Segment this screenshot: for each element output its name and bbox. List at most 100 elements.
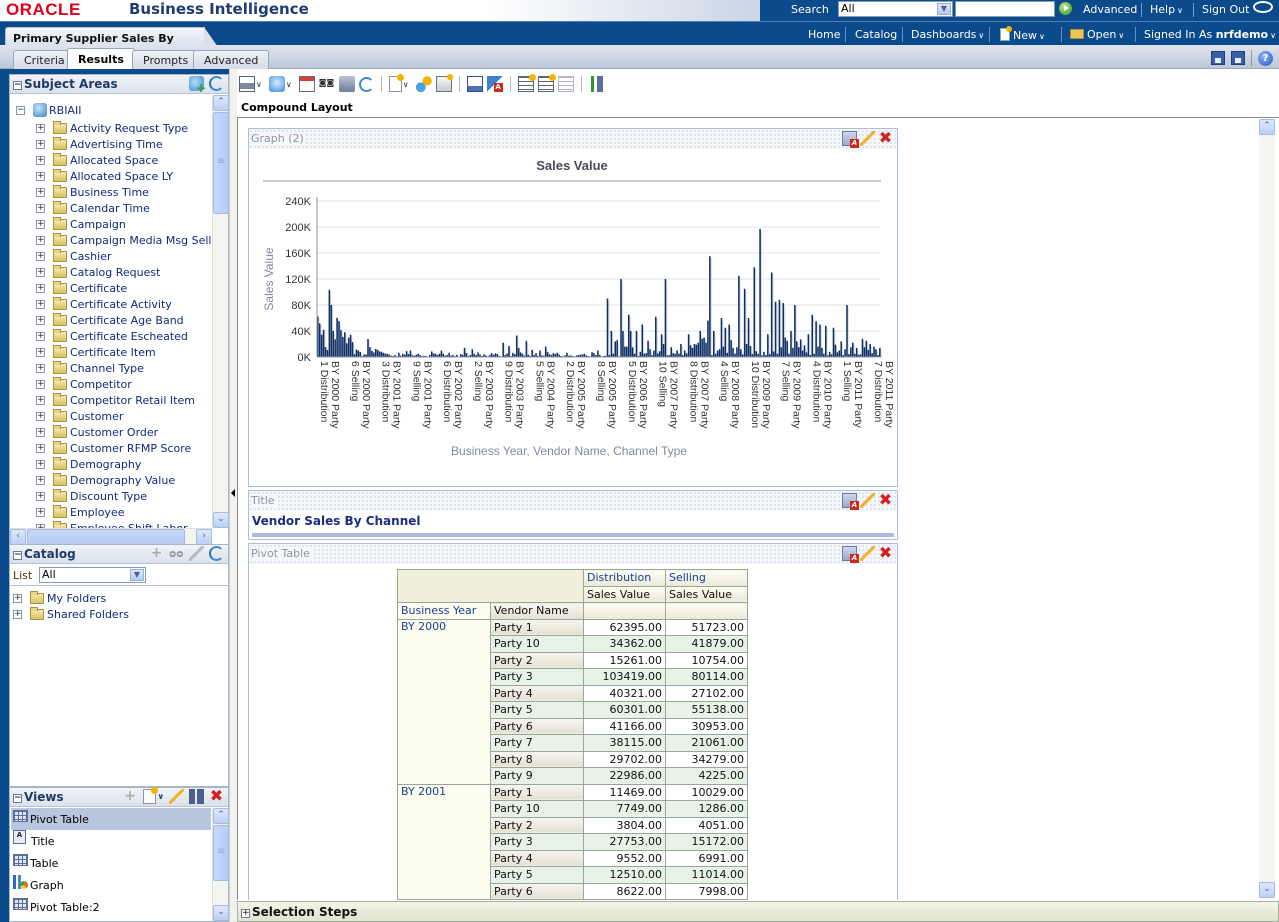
edit-view-icon[interactable] xyxy=(860,131,875,146)
bar[interactable] xyxy=(815,321,817,357)
bar[interactable] xyxy=(508,345,510,357)
bar[interactable] xyxy=(867,349,870,357)
save-as-icon[interactable] xyxy=(1231,51,1245,65)
tab-advanced[interactable]: Advanced xyxy=(193,50,270,69)
bar[interactable] xyxy=(774,301,777,357)
bar[interactable] xyxy=(544,346,547,357)
bar[interactable] xyxy=(879,347,881,357)
catalog-list-select[interactable]: All ▼ xyxy=(39,567,146,583)
bar[interactable] xyxy=(374,348,377,357)
expand-icon[interactable]: + xyxy=(36,171,45,181)
bar[interactable] xyxy=(653,350,655,358)
nav-home[interactable]: Home xyxy=(808,28,840,41)
subject-area-folder[interactable]: + Customer xyxy=(36,408,123,424)
subject-area-folder[interactable]: + Discount Type xyxy=(36,488,147,504)
bar[interactable] xyxy=(641,324,644,358)
vendor-name-cell[interactable]: Party 5 xyxy=(490,866,584,884)
scroll-down-icon[interactable]: ⌄ xyxy=(213,905,229,921)
bar[interactable] xyxy=(334,339,336,357)
bar[interactable] xyxy=(855,347,858,357)
add-view-to-layout-icon[interactable]: + xyxy=(123,789,138,804)
bar[interactable] xyxy=(622,331,624,357)
vendor-name-cell[interactable]: Party 3 xyxy=(490,668,584,686)
export-icon[interactable] xyxy=(268,76,285,92)
bar[interactable] xyxy=(440,350,443,358)
bar[interactable] xyxy=(718,349,721,357)
bar[interactable] xyxy=(531,349,533,357)
column-header-distribution[interactable]: Distribution xyxy=(583,569,666,587)
format-container-icon[interactable] xyxy=(486,76,503,92)
vendor-name-cell[interactable]: Party 7 xyxy=(490,734,584,752)
bar[interactable] xyxy=(834,344,837,357)
expand-icon[interactable]: + xyxy=(36,475,45,485)
nav-open[interactable]: Open ∨ xyxy=(1070,28,1124,41)
help-icon[interactable]: ? xyxy=(1258,50,1273,66)
collapse-icon[interactable]: − xyxy=(16,105,25,115)
bar[interactable] xyxy=(593,353,595,357)
user-menu[interactable]: Signed In As nrfdemo ∨ xyxy=(1144,28,1276,41)
remove-view-icon[interactable]: ✖ xyxy=(878,130,893,146)
edit-view-icon[interactable] xyxy=(169,789,184,804)
bar[interactable] xyxy=(398,352,400,357)
vendor-name-cell[interactable]: Party 3 xyxy=(490,833,584,851)
bar[interactable] xyxy=(753,267,756,357)
bar[interactable] xyxy=(743,288,746,357)
bar[interactable] xyxy=(494,353,497,357)
vendor-name-cell[interactable]: Party 1 xyxy=(490,783,584,801)
nav-dashboards[interactable]: Dashboards ∨ xyxy=(911,28,984,41)
bar[interactable] xyxy=(709,256,711,357)
expand-icon[interactable]: + xyxy=(13,609,22,619)
bar[interactable] xyxy=(838,350,841,358)
bar[interactable] xyxy=(844,349,846,357)
chevron-down-icon[interactable]: ∨ xyxy=(256,80,262,89)
selection-steps-bar[interactable]: + Selection Steps xyxy=(237,901,1279,922)
bar[interactable] xyxy=(738,275,740,357)
bar[interactable] xyxy=(755,351,757,357)
bar[interactable] xyxy=(786,340,788,357)
bar[interactable] xyxy=(767,334,769,357)
bar[interactable] xyxy=(552,353,555,357)
remove-view-icon[interactable]: ✖ xyxy=(878,545,893,561)
edit-view-icon[interactable] xyxy=(860,546,875,561)
preview-icon[interactable] xyxy=(318,76,335,92)
bar[interactable] xyxy=(380,351,383,357)
expand-icon[interactable]: + xyxy=(36,235,45,245)
expand-icon[interactable]: + xyxy=(36,411,45,421)
bar[interactable] xyxy=(828,351,831,357)
bar[interactable] xyxy=(351,342,354,357)
business-year-cell[interactable]: BY 2001 xyxy=(397,783,491,900)
bar[interactable] xyxy=(517,347,520,357)
collapse-icon[interactable]: − xyxy=(13,81,22,90)
subject-area-folder[interactable]: + Advertising Time xyxy=(36,136,163,152)
print-options-icon[interactable] xyxy=(338,76,355,92)
bar[interactable] xyxy=(722,346,725,357)
bar[interactable] xyxy=(846,305,848,357)
bar[interactable] xyxy=(807,334,810,357)
vendor-name-cell[interactable]: Party 2 xyxy=(490,816,584,834)
subject-area-folder[interactable]: + Competitor Retail Item xyxy=(36,392,195,408)
bar[interactable] xyxy=(670,347,673,357)
bar[interactable] xyxy=(525,340,528,357)
bar[interactable] xyxy=(357,350,360,357)
format-view-icon[interactable] xyxy=(842,493,859,510)
measure-header[interactable]: Sales Value xyxy=(583,585,666,603)
subject-area-folder[interactable]: + Competitor xyxy=(36,376,132,392)
subject-area-folder[interactable]: + Certificate xyxy=(36,280,127,296)
tab-prompts[interactable]: Prompts xyxy=(132,50,200,69)
collapse-left-icon[interactable] xyxy=(231,489,235,497)
expand-icon[interactable]: + xyxy=(36,347,45,357)
bar[interactable] xyxy=(683,350,686,358)
bar[interactable] xyxy=(614,341,616,357)
bar[interactable] xyxy=(477,352,479,357)
new-view-icon[interactable] xyxy=(142,787,158,804)
bar[interactable] xyxy=(342,336,344,357)
subject-area-folder[interactable]: + Cashier xyxy=(36,248,111,264)
bar[interactable] xyxy=(852,342,854,357)
expand-icon[interactable]: + xyxy=(36,491,45,501)
duplicate-compound-layout-icon[interactable] xyxy=(537,74,556,92)
scroll-thumb[interactable] xyxy=(213,825,229,881)
bar[interactable] xyxy=(649,349,651,357)
bar[interactable] xyxy=(591,352,593,357)
bar[interactable] xyxy=(620,279,622,357)
bar[interactable] xyxy=(797,347,800,357)
